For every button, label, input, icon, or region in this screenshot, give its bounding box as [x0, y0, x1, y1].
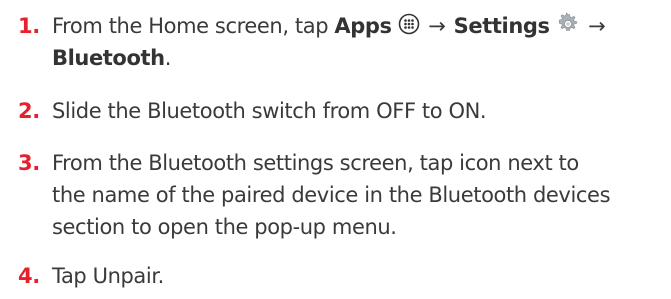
step-number: 1. [18, 14, 40, 38]
settings-label: Settings [453, 14, 550, 38]
step-text: Slide the Bluetooth switch from OFF to O… [52, 95, 665, 127]
step-text: From the Home screen, tap Apps → Setting… [52, 10, 665, 74]
step-line: section to open the pop-up menu. [52, 215, 397, 239]
bluetooth-label: Bluetooth [52, 46, 165, 70]
step-line: Tap Unpair. [52, 264, 164, 288]
step-line: From the Bluetooth settings screen, tap … [52, 151, 579, 175]
instruction-steps: 1. From the Home screen, tap Apps → Sett… [0, 0, 671, 299]
arrow-separator: → [588, 14, 606, 38]
apps-grid-icon [398, 12, 420, 35]
step-number: 3. [18, 151, 40, 175]
step-number: 2. [18, 99, 40, 123]
period: . [164, 46, 172, 70]
gear-icon [556, 12, 580, 36]
arrow-separator: → [428, 14, 446, 38]
step-line: Slide the Bluetooth switch from OFF to O… [52, 99, 487, 123]
step-line: the name of the paired device in the Blu… [52, 183, 611, 207]
step-text: Tap Unpair. [52, 260, 665, 292]
step-1-lead-text: From the Home screen, tap [52, 14, 335, 38]
step-number: 4. [18, 264, 40, 288]
apps-label: Apps [334, 14, 392, 38]
step-text: From the Bluetooth settings screen, tap … [52, 147, 665, 243]
